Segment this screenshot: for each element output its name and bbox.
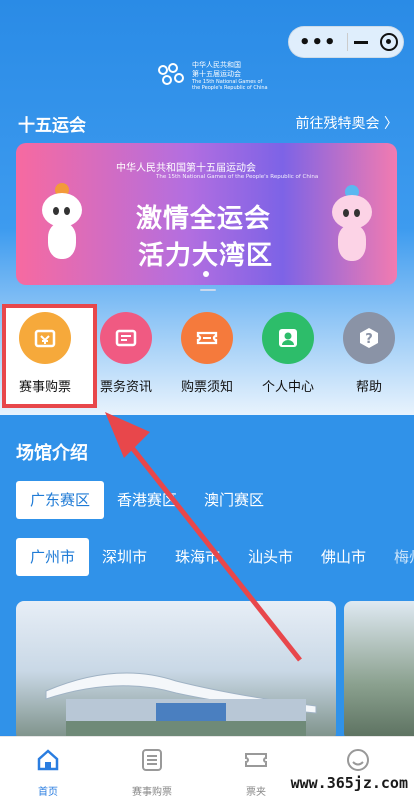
watermark: www.365jz.com bbox=[290, 774, 408, 792]
quick-menu: 赛事购票 票务资讯 购票须知 个人中心 ? 帮助 bbox=[0, 304, 414, 408]
logo-line-4: the People's Republic of China bbox=[192, 85, 268, 91]
region-tab-hongkong[interactable]: 香港赛区 bbox=[103, 481, 191, 519]
mascot-right bbox=[326, 185, 378, 267]
smile-icon bbox=[347, 749, 369, 771]
help-icon: ? bbox=[343, 312, 395, 364]
ticket-icon bbox=[245, 753, 267, 767]
menu-ticket-info[interactable]: 票务资讯 bbox=[86, 312, 166, 395]
stadium-image bbox=[45, 672, 317, 741]
logo-line-2: 第十五届运动会 bbox=[192, 70, 241, 78]
ticket-purchase-icon bbox=[19, 312, 71, 364]
carousel-indicator bbox=[203, 271, 209, 277]
tab-label: 赛事购票 bbox=[132, 787, 172, 798]
menu-label: 票务资讯 bbox=[99, 380, 152, 395]
tab-ticket-purchase[interactable]: 赛事购票 bbox=[112, 747, 192, 798]
more-icon[interactable]: ••• bbox=[289, 32, 347, 53]
city-tab-meizhou[interactable]: 梅州 bbox=[380, 538, 414, 576]
city-tab-shenzhen[interactable]: 深圳市 bbox=[88, 538, 161, 576]
games-emblem-icon bbox=[156, 61, 186, 91]
venue-card-1[interactable] bbox=[16, 601, 336, 741]
list-icon bbox=[142, 749, 162, 771]
tab-home[interactable]: 首页 bbox=[8, 747, 88, 798]
logo-line-1: 中华人民共和国 bbox=[192, 61, 241, 69]
banner-subline: The 15th National Games of the People's … bbox=[156, 174, 319, 180]
region-tab-macau[interactable]: 澳门赛区 bbox=[190, 481, 278, 519]
city-tab-guangzhou[interactable]: 广州市 bbox=[16, 538, 90, 576]
page-title: 十五运会 bbox=[18, 116, 86, 136]
banner-slogan-2: 活力大湾区 bbox=[138, 241, 274, 271]
close-target-icon[interactable] bbox=[375, 33, 403, 51]
menu-label: 购票须知 bbox=[180, 380, 233, 395]
paralympics-link[interactable]: 前往残特奥会 〉 bbox=[296, 113, 398, 133]
menu-user-center[interactable]: 个人中心 bbox=[248, 312, 328, 395]
ticket-notice-icon bbox=[181, 312, 233, 364]
games-logo: 中华人民共和国 第十五届运动会 The 15th National Games … bbox=[156, 58, 276, 94]
promo-banner[interactable]: 中华人民共和国第十五届运动会 The 15th National Games o… bbox=[16, 143, 397, 285]
banner-headline: 中华人民共和国第十五届运动会 bbox=[116, 163, 256, 174]
menu-label: 帮助 bbox=[355, 380, 382, 395]
menu-label: 赛事购票 bbox=[18, 380, 71, 395]
miniprogram-capsule[interactable]: ••• bbox=[288, 26, 404, 58]
venue-title: 场馆介绍 bbox=[16, 443, 88, 464]
region-tab-guangdong[interactable]: 广东赛区 bbox=[16, 481, 105, 519]
city-tab-foshan[interactable]: 佛山市 bbox=[307, 538, 380, 576]
tab-label: 票夹 bbox=[246, 787, 266, 798]
menu-ticket-purchase[interactable]: 赛事购票 bbox=[5, 312, 85, 395]
banner-slogan-1: 激情全运会 bbox=[136, 204, 272, 234]
tab-label: 首页 bbox=[38, 787, 58, 798]
tab-ticket-wallet[interactable]: 票夹 bbox=[216, 747, 296, 798]
user-icon bbox=[262, 312, 314, 364]
minimize-icon[interactable] bbox=[347, 40, 375, 44]
mascot-left bbox=[36, 183, 88, 265]
city-tab-shantou[interactable]: 汕头市 bbox=[234, 538, 307, 576]
logo-text: 中华人民共和国 第十五届运动会 The 15th National Games … bbox=[192, 61, 268, 91]
menu-ticket-notice[interactable]: 购票须知 bbox=[167, 312, 247, 395]
home-icon bbox=[37, 749, 59, 771]
city-tab-zhuhai[interactable]: 珠海市 bbox=[161, 538, 234, 576]
venue-card-2[interactable] bbox=[344, 601, 414, 741]
menu-label: 个人中心 bbox=[261, 380, 314, 395]
scroll-grip bbox=[200, 289, 216, 291]
ticket-info-icon bbox=[100, 312, 152, 364]
menu-help[interactable]: ? 帮助 bbox=[329, 312, 409, 395]
venue-section: 场馆介绍 广东赛区 香港赛区 澳门赛区 广州市 深圳市 珠海市 汕头市 佛山市 … bbox=[0, 415, 414, 741]
svg-text:?: ? bbox=[365, 332, 373, 347]
